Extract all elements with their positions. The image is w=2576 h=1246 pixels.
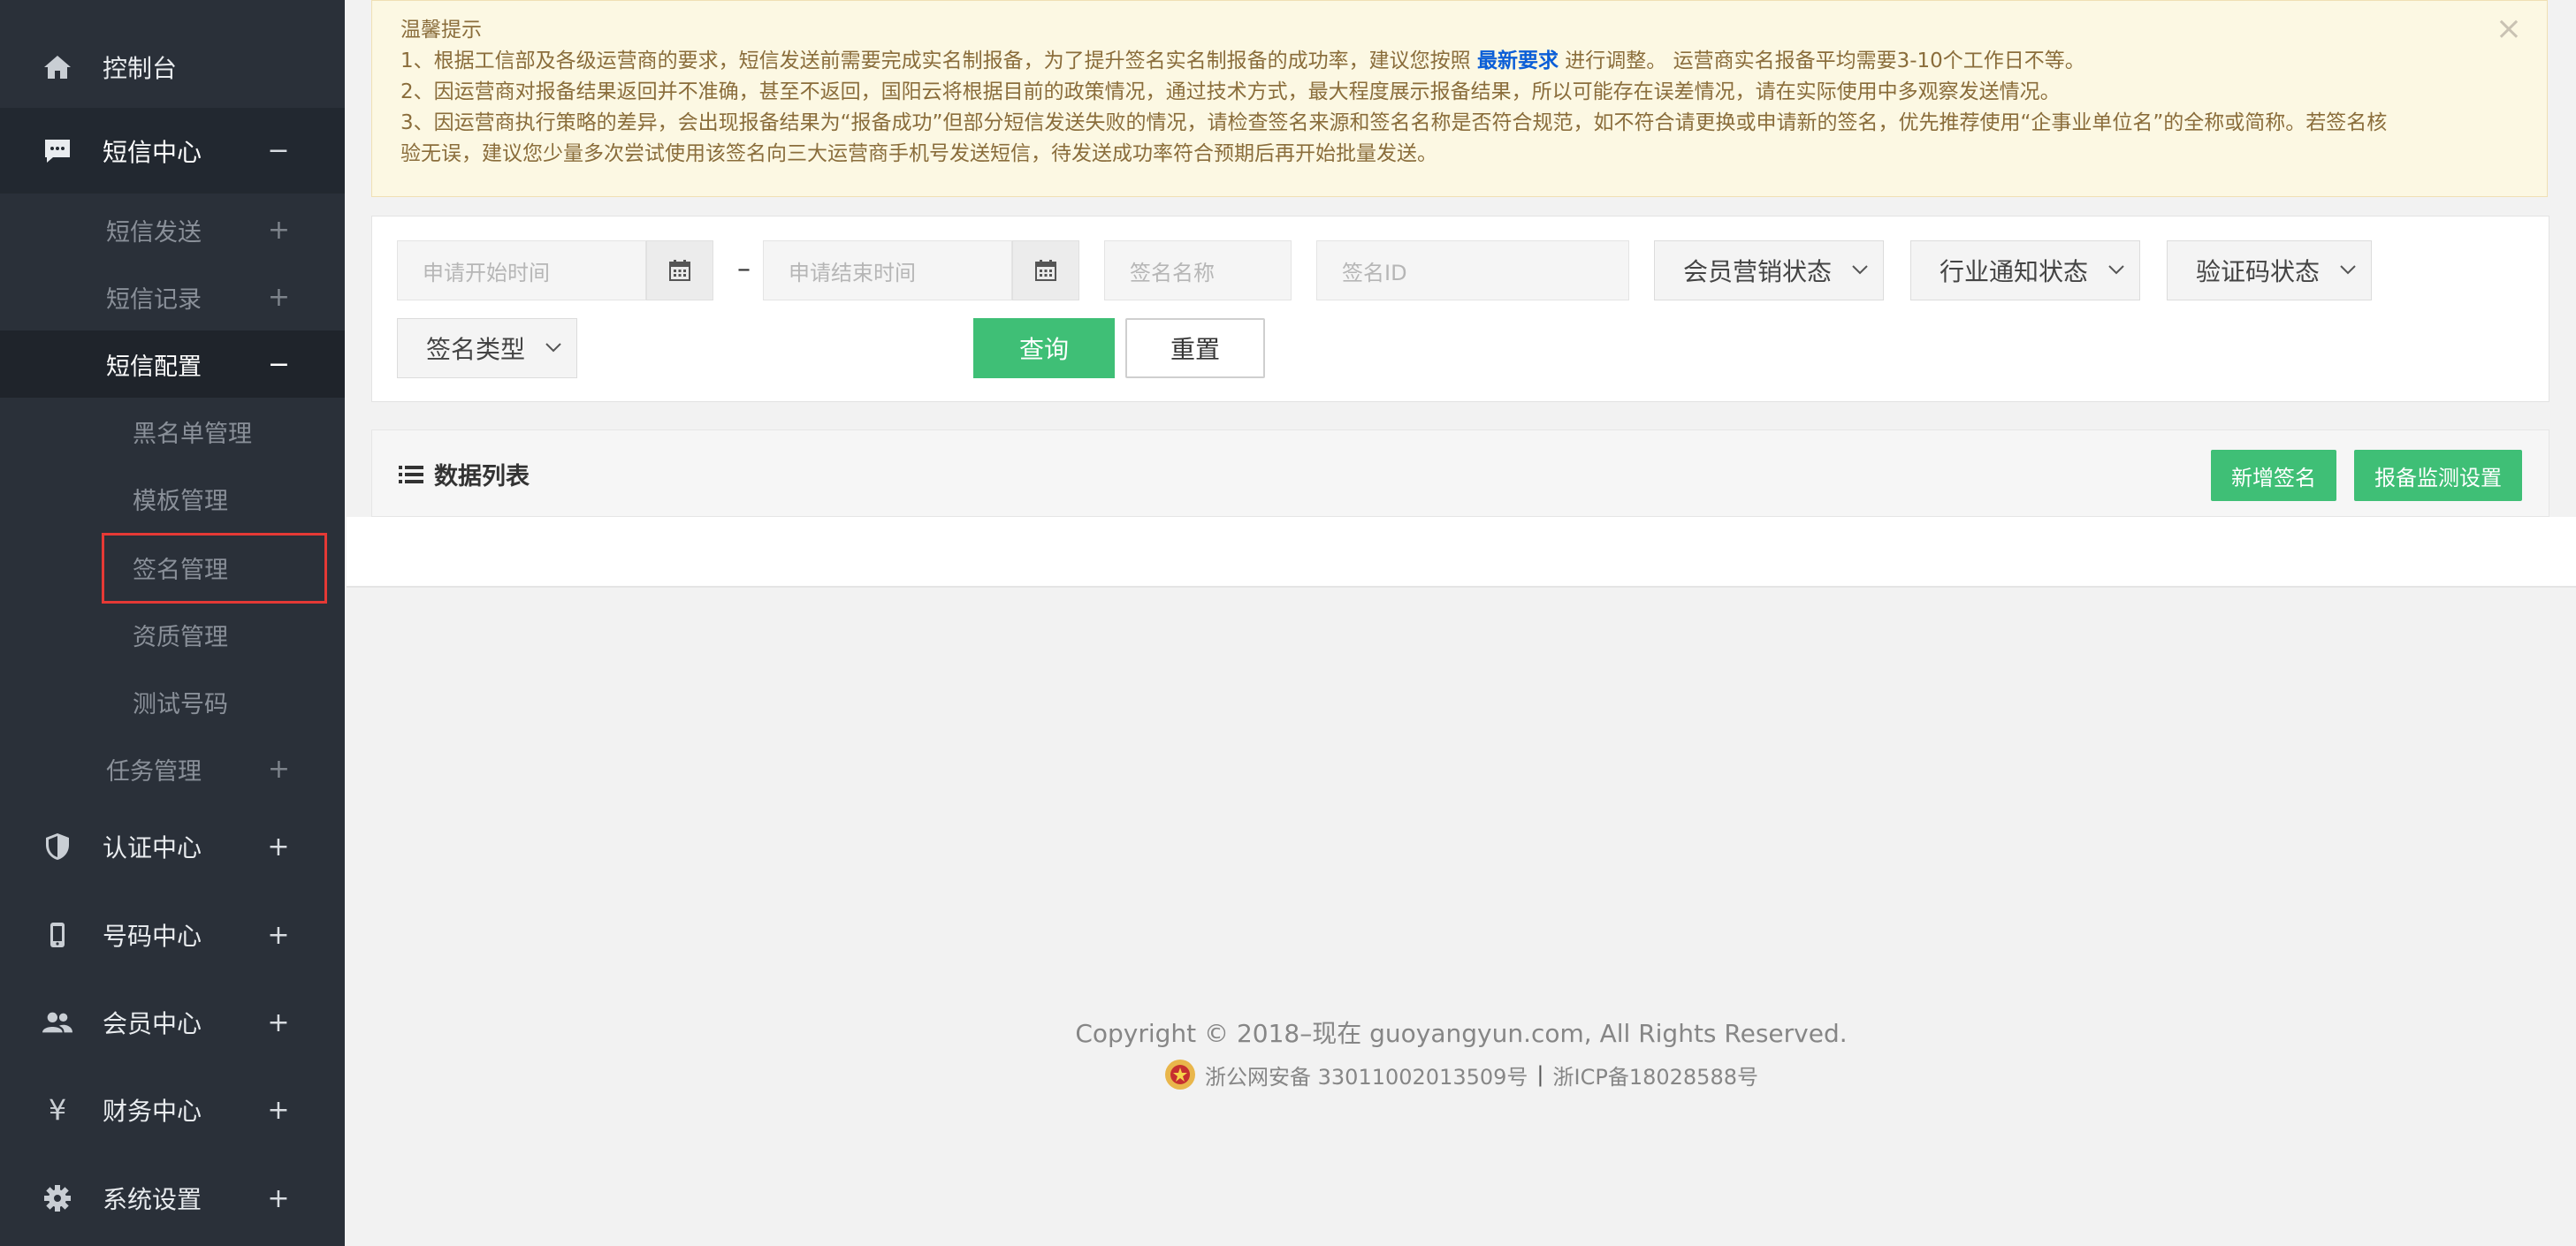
- sidebar-item-console[interactable]: 控制台: [0, 34, 345, 101]
- home-icon: [42, 52, 72, 82]
- notice-line-1: 1、根据工信部及各级运营商的要求，短信发送前需要完成实名制报备，为了提升签名实名…: [400, 46, 2520, 77]
- sidebar-item-test-numbers[interactable]: 测试号码: [0, 668, 345, 735]
- sidebar-item-sms-records[interactable]: 短信记录 +: [0, 263, 345, 330]
- start-date-input[interactable]: 申请开始时间: [397, 240, 646, 300]
- sidebar-item-label: 认证中心: [103, 833, 202, 862]
- sidebar-item-sms-center[interactable]: 短信中心 −: [0, 108, 345, 194]
- reset-button[interactable]: 重置: [1125, 318, 1265, 378]
- select-value: 会员营销状态: [1683, 257, 1833, 286]
- expand-icon[interactable]: +: [265, 1095, 292, 1126]
- phone-icon: [42, 920, 72, 950]
- sidebar-item-label: 控制台: [103, 54, 178, 83]
- sidebar-item-finance-center[interactable]: ¥ 财务中心 +: [0, 1076, 345, 1143]
- expand-icon[interactable]: +: [268, 282, 290, 313]
- select-value: 签名类型: [426, 335, 526, 364]
- shield-icon: [42, 832, 72, 862]
- sidebar-item-label: 黑名单管理: [133, 420, 252, 448]
- collapse-icon[interactable]: −: [265, 135, 292, 166]
- highlight-box: [102, 533, 327, 604]
- users-icon: [42, 1007, 72, 1037]
- collapse-icon[interactable]: −: [268, 349, 290, 380]
- verification-code-status-select[interactable]: 验证码状态: [2167, 240, 2372, 300]
- notice-line-3: 3、因运营商执行策略的差异，会出现报备结果为“报备成功”但部分短信发送失败的情况…: [400, 111, 2388, 134]
- beian-info: 浙公网安备 33011002013509号 | 浙ICP备18028588号: [347, 1059, 2576, 1090]
- sidebar-item-label: 模板管理: [133, 487, 228, 515]
- sidebar-item-label: 财务中心: [103, 1097, 202, 1126]
- sidebar-item-member-center[interactable]: 会员中心 +: [0, 989, 345, 1056]
- end-date-input[interactable]: 申请结束时间: [763, 240, 1012, 300]
- calendar-icon[interactable]: [646, 240, 713, 300]
- data-list-title-text: 数据列表: [434, 463, 530, 490]
- latest-requirements-link[interactable]: 最新要求: [1477, 49, 1559, 72]
- sidebar-item-auth-center[interactable]: 认证中心 +: [0, 813, 345, 880]
- sidebar-item-label: 资质管理: [133, 623, 228, 651]
- data-list-body: [347, 517, 2576, 588]
- expand-icon[interactable]: +: [265, 1007, 292, 1038]
- gear-icon: [42, 1183, 72, 1213]
- police-emblem-icon: [1165, 1060, 1196, 1090]
- sidebar-item-sms-config[interactable]: 短信配置 −: [0, 330, 345, 398]
- sidebar: 控制台 短信中心 − 短信发送 + 短信记录 + 短信配置 − 黑名单管理 模板…: [0, 0, 345, 1246]
- icp-record-link[interactable]: 浙ICP备18028588号: [1553, 1060, 1758, 1090]
- data-list-header: 数据列表 新增签名 报备监测设置: [371, 429, 2549, 517]
- select-value: 验证码状态: [2196, 257, 2321, 286]
- sign-type-select[interactable]: 签名类型: [397, 318, 577, 378]
- separator: |: [1536, 1062, 1544, 1087]
- police-record-link[interactable]: 浙公网安备 33011002013509号: [1205, 1060, 1528, 1090]
- sidebar-item-label: 短信中心: [103, 137, 202, 167]
- sign-name-input[interactable]: 签名名称: [1104, 240, 1292, 300]
- sidebar-item-tasks[interactable]: 任务管理 +: [0, 735, 345, 802]
- sidebar-item-sms-send[interactable]: 短信发送 +: [0, 196, 345, 263]
- sidebar-item-label: 短信发送: [106, 218, 202, 247]
- sidebar-item-blacklist[interactable]: 黑名单管理: [0, 398, 345, 465]
- chevron-down-icon: [2340, 265, 2356, 275]
- calendar-icon[interactable]: [1012, 240, 1079, 300]
- sidebar-item-label: 测试号码: [133, 690, 228, 718]
- industry-notice-status-select[interactable]: 行业通知状态: [1910, 240, 2140, 300]
- report-monitor-settings-button[interactable]: 报备监测设置: [2354, 450, 2522, 501]
- copyright-text: Copyright © 2018–现在 guoyangyun.com, All …: [1075, 1019, 1848, 1048]
- sidebar-item-qualifications[interactable]: 资质管理: [0, 601, 345, 668]
- expand-icon[interactable]: +: [268, 754, 290, 785]
- message-icon: [42, 136, 72, 166]
- notice-line-3-cont: 验无误，建议您少量多次尝试使用该签名向三大运营商手机号发送短信，待发送成功率符合…: [400, 142, 1437, 165]
- notice-title: 温馨提示: [400, 19, 482, 42]
- notice-text: 进行调整。 运营商实名报备平均需要3-10个工作日不等。: [1558, 49, 2085, 72]
- expand-icon[interactable]: +: [265, 1183, 292, 1214]
- data-list-title: 数据列表: [399, 457, 530, 491]
- filter-panel: 申请开始时间 – 申请结束时间 签名名称 签名ID 会员营销状态 行业通知状态 …: [371, 216, 2549, 402]
- sidebar-item-templates[interactable]: 模板管理: [0, 465, 345, 532]
- expand-icon[interactable]: +: [265, 832, 292, 862]
- sidebar-item-label: 系统设置: [103, 1185, 202, 1214]
- chevron-down-icon: [1852, 265, 1868, 275]
- select-value: 行业通知状态: [1940, 257, 2089, 286]
- sidebar-item-label: 短信记录: [106, 285, 202, 314]
- notice-text: 1、根据工信部及各级运营商的要求，短信发送前需要完成实名制报备，为了提升签名实名…: [400, 49, 1477, 72]
- list-icon: [399, 465, 423, 483]
- member-marketing-status-select[interactable]: 会员营销状态: [1654, 240, 1884, 300]
- chevron-down-icon: [2108, 265, 2124, 275]
- sidebar-item-label: 号码中心: [103, 922, 202, 951]
- chevron-down-icon: [545, 343, 561, 353]
- notice-line-2: 2、因运营商对报备结果返回并不准确，甚至不返回，国阳云将根据目前的政策情况，通过…: [400, 80, 2061, 103]
- add-sign-button[interactable]: 新增签名: [2211, 450, 2336, 501]
- expand-icon[interactable]: +: [265, 920, 292, 951]
- sidebar-item-number-center[interactable]: 号码中心 +: [0, 901, 345, 969]
- date-range-separator: –: [737, 254, 751, 285]
- expand-icon[interactable]: +: [268, 215, 290, 246]
- yen-icon: ¥: [48, 1093, 67, 1127]
- sidebar-item-label: 任务管理: [106, 757, 202, 786]
- sidebar-item-label: 短信配置: [106, 353, 202, 381]
- sidebar-item-label: 会员中心: [103, 1009, 202, 1038]
- close-icon[interactable]: ×: [2496, 13, 2522, 45]
- sign-id-input[interactable]: 签名ID: [1316, 240, 1629, 300]
- sidebar-item-system-settings[interactable]: 系统设置 +: [0, 1165, 345, 1232]
- notice-panel: 温馨提示 1、根据工信部及各级运营商的要求，短信发送前需要完成实名制报备，为了提…: [371, 0, 2548, 197]
- query-button[interactable]: 查询: [973, 318, 1115, 378]
